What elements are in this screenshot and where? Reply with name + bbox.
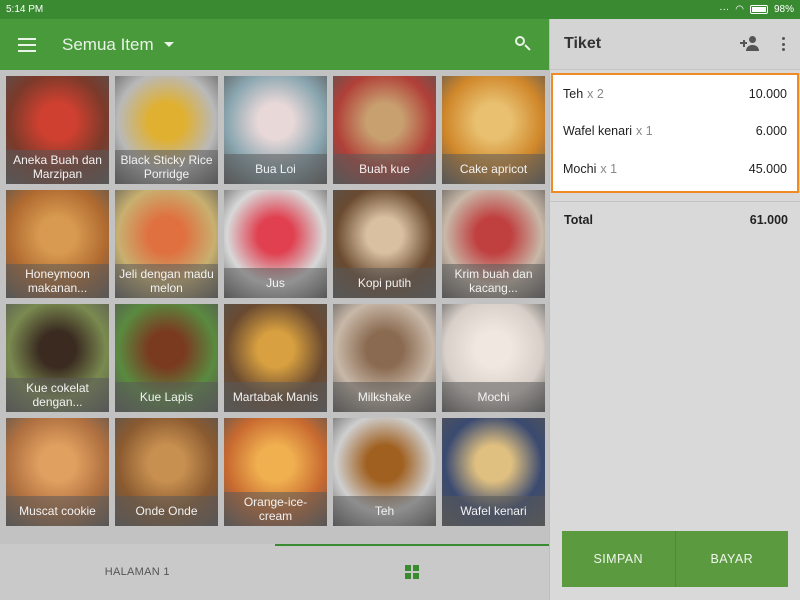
pay-button[interactable]: BAYAR	[674, 531, 788, 587]
item-tile[interactable]: Jeli dengan madu melon	[115, 190, 218, 298]
item-label: Honeymoon makanan...	[6, 264, 109, 298]
add-customer-icon[interactable]	[740, 35, 762, 53]
wifi-icon: ◠	[735, 4, 744, 15]
item-label: Black Sticky Rice Porridge	[115, 150, 218, 184]
line-item-name: Wafel kenari	[563, 124, 633, 139]
item-label: Wafel kenari	[442, 496, 545, 526]
category-dropdown[interactable]: Semua Item	[62, 35, 511, 55]
item-tile[interactable]: Martabak Manis	[224, 304, 327, 412]
items-panel: Semua Item Aneka Buah dan Marzipan Black …	[0, 19, 549, 600]
item-tile[interactable]: Teh	[333, 418, 436, 526]
battery-icon	[749, 5, 768, 14]
more-notifications-icon: ···	[719, 4, 730, 15]
search-icon[interactable]	[511, 33, 535, 57]
ticket-header: Tiket	[550, 19, 800, 70]
ticket-actions: SIMPAN BAYAR	[562, 531, 788, 587]
line-item-name: Mochi	[563, 161, 597, 176]
item-tile[interactable]: Muscat cookie	[6, 418, 109, 526]
item-label: Kue cokelat dengan...	[6, 378, 109, 412]
item-tile[interactable]: Buah kue	[333, 76, 436, 184]
line-item-qty: x 1	[636, 124, 653, 139]
item-tile[interactable]: Wafel kenari	[442, 418, 545, 526]
status-bar: 5:14 PM ··· ◠ 98%	[0, 0, 800, 19]
grid-view-icon	[404, 565, 419, 579]
line-item-qty: x 1	[600, 161, 618, 176]
item-label: Martabak Manis	[224, 382, 327, 412]
line-item-qty: x 2	[587, 86, 604, 101]
ticket-title: Tiket	[564, 35, 602, 52]
battery-level: 98%	[773, 4, 794, 15]
item-tile[interactable]: Honeymoon makanan...	[6, 190, 109, 298]
status-time: 5:14 PM	[6, 4, 44, 15]
item-label: Jeli dengan madu melon	[115, 264, 218, 298]
item-label: Krim buah dan kacang...	[442, 264, 545, 298]
item-label: Teh	[333, 496, 436, 526]
line-item-price: 10.000	[748, 86, 787, 101]
ticket-line[interactable]: Teh x 2 10.000	[563, 75, 787, 113]
page-label: HALAMAN 1	[104, 566, 170, 578]
more-vert-icon[interactable]	[782, 37, 786, 51]
total-label: Total	[564, 212, 593, 227]
total-value: 61.000	[749, 212, 788, 227]
item-label: Onde Onde	[115, 496, 218, 526]
item-tile[interactable]: Black Sticky Rice Porridge	[115, 76, 218, 184]
item-label: Milkshake	[333, 382, 436, 412]
page-bar: HALAMAN 1	[0, 544, 549, 600]
line-item-name: Teh	[563, 86, 584, 101]
item-tile[interactable]: Kopi putih	[333, 190, 436, 298]
app-bar: Semua Item	[0, 19, 549, 70]
line-item-price: 45.000	[748, 161, 787, 176]
item-label: Orange-ice-cream	[224, 492, 327, 526]
item-tile[interactable]: Aneka Buah dan Marzipan	[6, 76, 109, 184]
ticket-line[interactable]: Wafel kenari x 1 6.000	[563, 113, 787, 151]
category-title: Semua Item	[62, 34, 154, 54]
line-name-group: Mochi x 1	[563, 162, 749, 176]
line-item-price: 6.000	[755, 124, 787, 139]
item-label: Aneka Buah dan Marzipan	[6, 150, 109, 184]
item-label: Cake apricot	[442, 154, 545, 184]
item-label: Buah kue	[333, 154, 436, 184]
save-button[interactable]: SIMPAN	[562, 531, 675, 587]
item-label: Kopi putih	[333, 268, 436, 298]
item-tile[interactable]: Milkshake	[333, 304, 436, 412]
line-name-group: Wafel kenari x 1	[563, 124, 756, 138]
item-grid: Aneka Buah dan Marzipan Black Sticky Rice…	[6, 76, 545, 526]
status-indicators: ··· ◠ 98%	[719, 4, 794, 15]
item-tile[interactable]: Kue cokelat dengan...	[6, 304, 109, 412]
item-tile[interactable]: Orange-ice-cream	[224, 418, 327, 526]
page-tab[interactable]: HALAMAN 1	[0, 544, 275, 600]
ticket-line[interactable]: Mochi x 1 45.000	[563, 150, 787, 188]
item-label: Muscat cookie	[6, 496, 109, 526]
item-label: Mochi	[442, 382, 545, 412]
line-name-group: Teh x 2	[563, 87, 749, 101]
item-tile[interactable]: Cake apricot	[442, 76, 545, 184]
menu-icon[interactable]	[18, 37, 36, 52]
total-row: Total 61.000	[550, 201, 800, 237]
item-tile[interactable]: Bua Loi	[224, 76, 327, 184]
item-tile[interactable]: Kue Lapis	[115, 304, 218, 412]
item-tile[interactable]: Jus	[224, 190, 327, 298]
grid-view-tab[interactable]	[274, 544, 550, 600]
chevron-down-icon	[163, 42, 174, 47]
ticket-panel: Tiket Teh x 2 10.000 Wafel kenari x 1 6.000 Mo…	[549, 19, 800, 600]
item-label: Kue Lapis	[115, 382, 218, 412]
ticket-lines: Teh x 2 10.000 Wafel kenari x 1 6.000 Mochi x 1…	[551, 73, 799, 193]
item-label: Bua Loi	[224, 154, 327, 184]
item-tile[interactable]: Mochi	[442, 304, 545, 412]
item-tile[interactable]: Onde Onde	[115, 418, 218, 526]
item-tile[interactable]: Krim buah dan kacang...	[442, 190, 545, 298]
item-label: Jus	[224, 268, 327, 298]
